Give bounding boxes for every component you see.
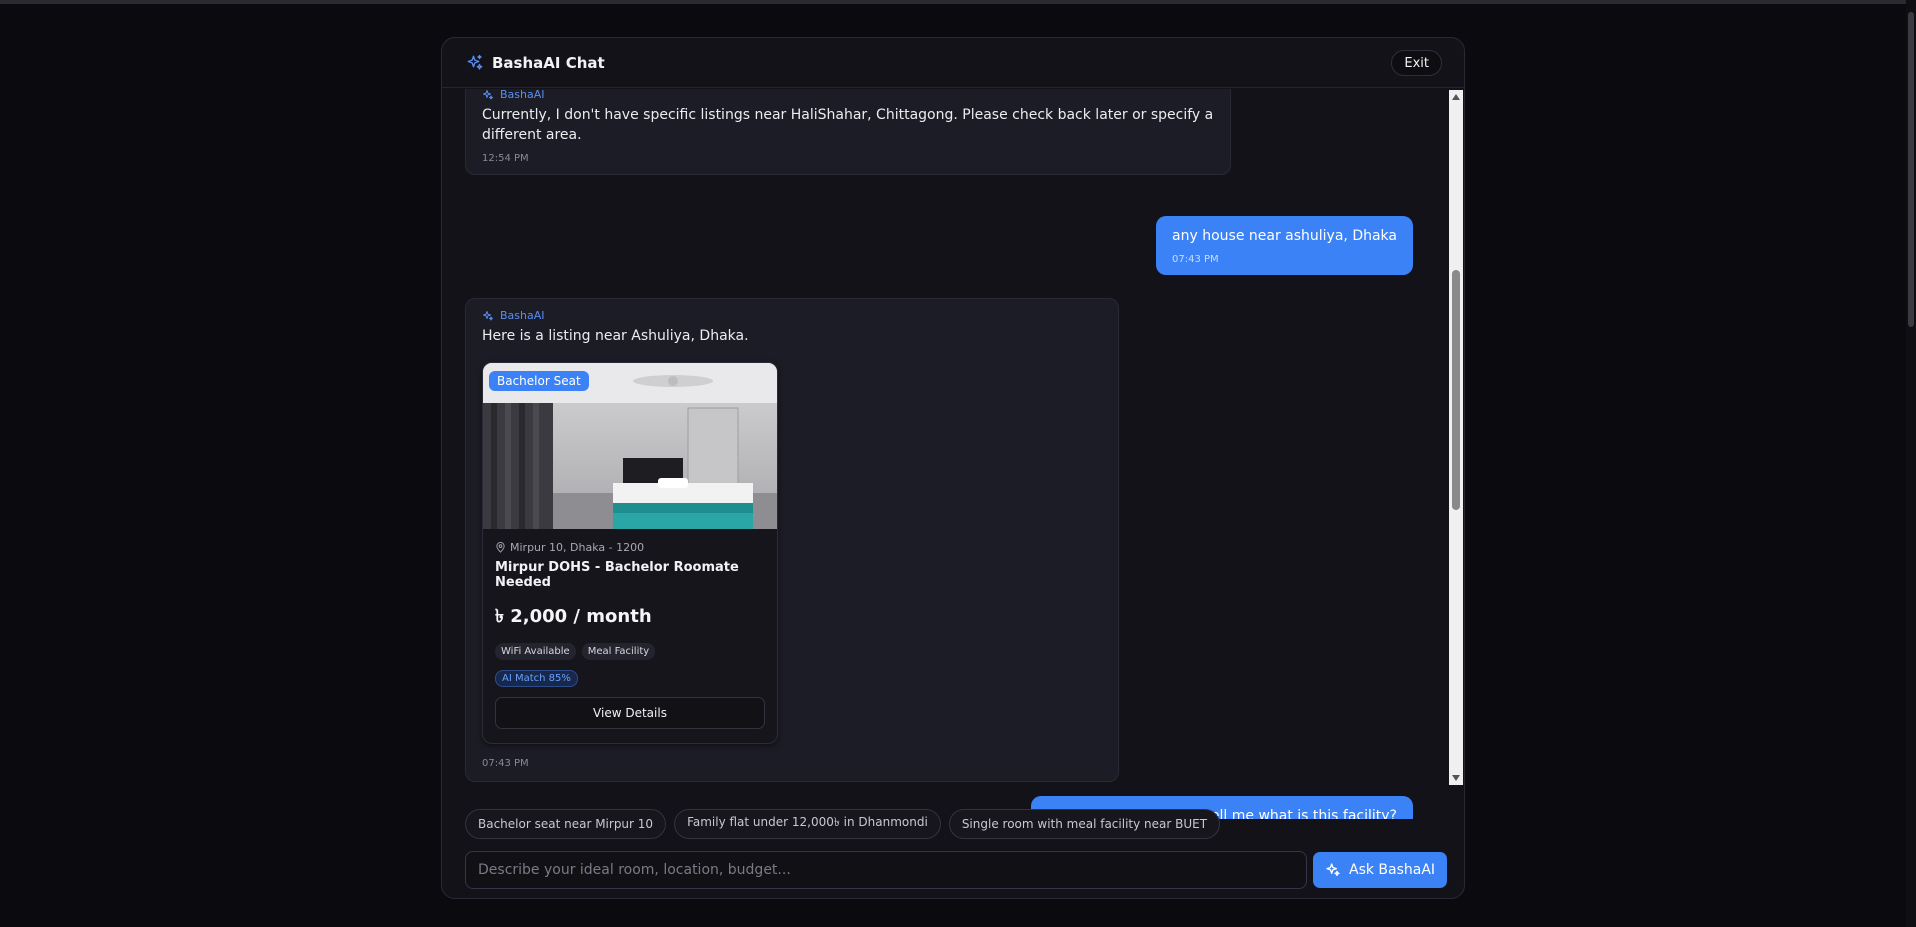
sparkle-icon <box>467 54 483 70</box>
bot-sender: BashaAI <box>482 89 1214 101</box>
message-text: Currently, I don't have specific listing… <box>482 107 1214 143</box>
chat-scrollbar[interactable] <box>1449 90 1463 785</box>
sparkle-icon <box>1326 863 1340 876</box>
view-details-button[interactable]: View Details <box>495 697 765 729</box>
user-message: any house near ashuliya, Dhaka 07:43 PM <box>1156 216 1413 275</box>
bot-message: BashaAI Here is a listing near Ashuliya,… <box>465 298 1119 782</box>
sparkle-icon <box>483 89 493 99</box>
ai-match-badge: AI Match 85% <box>495 670 578 687</box>
listing-tags: WiFi Available Meal Facility <box>495 643 765 660</box>
chat-scrollbar-thumb[interactable] <box>1452 270 1460 510</box>
page-scrollbar[interactable] <box>1906 0 1916 927</box>
scroll-up-arrow-icon[interactable] <box>1452 94 1460 100</box>
tag-wifi: WiFi Available <box>495 643 576 660</box>
suggestion-chip[interactable]: Family flat under 12,000৳ in Dhanmondi <box>674 809 941 839</box>
chat-input[interactable] <box>465 851 1307 889</box>
bot-sender-name: BashaAI <box>500 309 545 322</box>
chat-messages: BashaAI Currently, I don't have specific… <box>442 89 1452 819</box>
chat-header: BashaAI Chat Exit <box>442 38 1464 88</box>
message-text: Here is a listing near Ashuliya, Dhaka. <box>482 328 749 344</box>
bot-sender-name: BashaAI <box>500 89 545 101</box>
listing-card[interactable]: Bachelor Seat Mirpur 10, Dhaka - 1200 Mi… <box>482 362 778 744</box>
listing-location: Mirpur 10, Dhaka - 1200 <box>495 541 765 554</box>
message-time: 07:43 PM <box>1172 254 1219 265</box>
listing-type-badge: Bachelor Seat <box>489 371 589 391</box>
exit-button[interactable]: Exit <box>1391 50 1442 76</box>
browser-top-edge <box>0 0 1916 4</box>
listing-location-text: Mirpur 10, Dhaka - 1200 <box>510 541 645 554</box>
page-scrollbar-thumb[interactable] <box>1908 12 1914 327</box>
scroll-down-arrow-icon[interactable] <box>1452 775 1460 781</box>
bot-message: BashaAI Currently, I don't have specific… <box>465 89 1231 175</box>
ask-button-label: Ask BashaAI <box>1349 862 1436 878</box>
message-text: any house near ashuliya, Dhaka <box>1172 228 1397 244</box>
chat-title: BashaAI Chat <box>492 53 605 72</box>
bot-sender: BashaAI <box>482 309 1102 322</box>
suggestion-chips: Bachelor seat near Mirpur 10 Family flat… <box>465 809 1221 839</box>
composer: Ask BashaAI <box>465 851 1448 889</box>
message-time: 07:43 PM <box>482 758 529 769</box>
map-pin-icon <box>496 542 505 553</box>
suggestion-chip[interactable]: Bachelor seat near Mirpur 10 <box>465 809 667 839</box>
listing-title: Mirpur DOHS - Bachelor Roomate Needed <box>495 560 739 590</box>
sparkle-icon <box>483 310 493 320</box>
message-time: 12:54 PM <box>482 153 529 164</box>
listing-photo[interactable]: Bachelor Seat <box>483 363 777 529</box>
chat-modal: BashaAI Chat Exit BashaAI Currently, I d… <box>441 37 1465 899</box>
listing-details: Mirpur 10, Dhaka - 1200 Mirpur DOHS - Ba… <box>483 529 777 743</box>
tag-meal: Meal Facility <box>581 643 656 660</box>
listing-price: ৳ 2,000 / month <box>495 606 652 627</box>
ask-bashaai-button[interactable]: Ask BashaAI <box>1313 852 1448 888</box>
suggestion-chip[interactable]: Single room with meal facility near BUET <box>948 809 1221 839</box>
